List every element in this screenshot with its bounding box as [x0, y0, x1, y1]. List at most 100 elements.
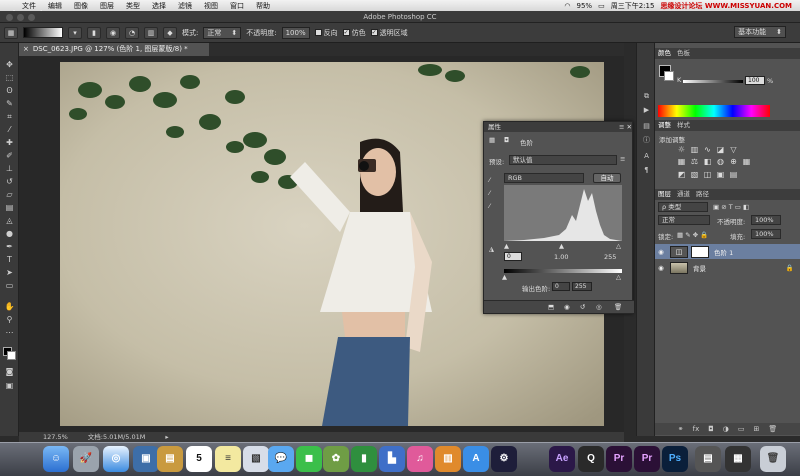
keynote-icon[interactable]: ▙ — [379, 446, 405, 472]
trash-icon[interactable]: 🗑 — [768, 425, 777, 433]
photoshop-icon[interactable]: Ps — [662, 446, 688, 472]
calendar-icon[interactable]: 5 — [186, 446, 212, 472]
tab-color[interactable]: 颜色 — [658, 48, 671, 59]
invert-icon[interactable]: ◩ — [677, 170, 686, 179]
tab-layers[interactable]: 图层 — [658, 189, 671, 200]
zoom-level[interactable]: 127.5% — [43, 432, 68, 442]
lock-icon[interactable]: 🔒 — [786, 264, 794, 272]
healing-brush-tool-icon[interactable]: ✚ — [3, 137, 16, 148]
layer-row-levels[interactable]: ◉ ◫ 色阶 1 — [655, 244, 800, 259]
clip-to-layer-icon[interactable]: ⬒ — [548, 303, 554, 311]
more-tools-icon[interactable]: ⋯ — [3, 327, 16, 338]
visibility-icon[interactable]: ◎ — [596, 303, 602, 311]
clone-stamp-tool-icon[interactable]: ⊥ — [3, 163, 16, 174]
numbers-icon[interactable]: ▮ — [351, 446, 377, 472]
marquee-tool-icon[interactable]: ⬚ — [3, 72, 16, 83]
angle-gradient-button[interactable]: ◔ — [125, 26, 139, 39]
history-brush-tool-icon[interactable]: ↺ — [3, 176, 16, 187]
system-prefs-icon[interactable]: ⚙ — [491, 446, 517, 472]
lasso-tool-icon[interactable]: ʘ — [3, 85, 16, 96]
properties-header[interactable]: 属性 ≡ ✕ — [484, 122, 632, 132]
exposure-icon[interactable]: ◪ — [716, 145, 725, 154]
color-spectrum[interactable] — [658, 105, 770, 117]
menu-filter[interactable]: 滤镜 — [172, 1, 198, 11]
wifi-icon[interactable]: ◠ — [564, 2, 570, 10]
facetime-icon[interactable]: ◼ — [296, 446, 322, 472]
battery-label[interactable]: 95% — [577, 2, 593, 10]
eraser-tool-icon[interactable]: ▱ — [3, 189, 16, 200]
k-slider[interactable] — [683, 80, 743, 83]
new-group-icon[interactable]: ▭ — [738, 425, 745, 433]
menu-edit[interactable]: 编辑 — [42, 1, 68, 11]
fx-icon[interactable]: fx — [693, 425, 700, 433]
after-effects-icon[interactable]: Ae — [549, 446, 575, 472]
tab-channels[interactable]: 通道 — [677, 189, 690, 200]
black-white-icon[interactable]: ◧ — [703, 157, 712, 166]
photo-filter-icon[interactable]: ◍ — [716, 157, 725, 166]
document-tab[interactable]: × DSC_0623.JPG @ 127% (色阶 1, 图层蒙版/8) * — [19, 43, 209, 56]
gradient-picker[interactable] — [23, 27, 63, 38]
eyedropper-white-icon[interactable]: ⁄ — [489, 202, 490, 210]
zoom-window-button[interactable] — [28, 14, 35, 21]
gradient-map-icon[interactable]: ▤ — [729, 170, 738, 179]
tab-styles[interactable]: 样式 — [677, 120, 690, 131]
chevron-right-icon[interactable]: ▸ — [165, 432, 168, 442]
move-tool-icon[interactable]: ✥ — [3, 59, 16, 70]
menu-image[interactable]: 图像 — [68, 1, 94, 11]
close-tab-icon[interactable]: × — [23, 45, 29, 53]
background-color-swatch[interactable] — [664, 71, 674, 81]
eyedropper-gray-icon[interactable]: ⁄ — [489, 189, 490, 197]
gradient-tool-icon[interactable]: ▤ — [3, 202, 16, 213]
menu-view[interactable]: 视图 — [198, 1, 224, 11]
layer-row-background[interactable]: ◉ 背景 🔒 — [655, 260, 800, 275]
menu-window[interactable]: 窗口 — [224, 1, 250, 11]
hand-tool-icon[interactable]: ✋ — [3, 301, 16, 312]
dither-checkbox[interactable]: ✓ 仿色 — [342, 28, 366, 38]
opacity-input[interactable]: 100% — [281, 26, 310, 39]
new-adjustment-icon[interactable]: ◑ — [723, 425, 729, 433]
photo-app-icon[interactable]: ✿ — [323, 446, 349, 472]
info-panel-icon[interactable]: ⓘ — [641, 135, 652, 145]
gradient-dropdown-icon[interactable]: ▾ — [68, 26, 82, 39]
path-select-tool-icon[interactable]: ➤ — [3, 267, 16, 278]
output-black-slider[interactable]: ▲ — [502, 273, 507, 281]
dodge-tool-icon[interactable]: ● — [3, 228, 16, 239]
quick-select-tool-icon[interactable]: ✎ — [3, 98, 16, 109]
downloads-stack-icon[interactable]: ▤ — [695, 446, 721, 472]
lock-icons[interactable]: ▦ ✎ ✥ 🔒 — [677, 231, 708, 239]
photos-app-icon[interactable]: ▣ — [133, 446, 159, 472]
color-lookup-icon[interactable]: ▦ — [742, 157, 751, 166]
preset-menu-icon[interactable]: ≡ — [620, 155, 625, 163]
k-value-field[interactable]: 100 — [745, 76, 765, 85]
launchpad-icon[interactable]: 🚀 — [73, 446, 99, 472]
link-layers-icon[interactable]: ⚭ — [678, 425, 684, 433]
rectangle-tool-icon[interactable]: ▭ — [3, 280, 16, 291]
eyedropper-black-icon[interactable]: ⁄ — [489, 176, 490, 184]
ibooks-icon[interactable]: ▥ — [435, 446, 461, 472]
add-mask-icon[interactable]: ◘ — [708, 425, 714, 433]
levels-icon[interactable]: ▥ — [690, 145, 699, 154]
blur-tool-icon[interactable]: ◬ — [3, 215, 16, 226]
screen-mode-icon[interactable]: ▣ — [3, 380, 16, 391]
tab-paths[interactable]: 路径 — [696, 189, 709, 200]
eye-icon[interactable]: ◉ — [655, 264, 667, 272]
reverse-checkbox[interactable]: 反向 — [314, 28, 338, 38]
black-point-slider[interactable]: ▲ — [504, 242, 509, 250]
selective-color-icon[interactable]: ▣ — [716, 170, 725, 179]
trash-icon[interactable]: 🗑 — [614, 303, 622, 311]
reflected-gradient-button[interactable]: ▥ — [144, 26, 158, 39]
eye-icon[interactable]: ◉ — [655, 248, 667, 256]
diamond-gradient-button[interactable]: ◆ — [163, 26, 177, 39]
threshold-icon[interactable]: ◫ — [703, 170, 712, 179]
layer-filter-icons[interactable]: ▣ ⊘ T ▭ ◧ — [713, 203, 749, 211]
mask-icon[interactable]: ◘ — [504, 136, 509, 144]
hue-saturation-icon[interactable]: ▦ — [677, 157, 686, 166]
clock[interactable]: 周三下午2:15 — [611, 1, 655, 11]
channel-mixer-icon[interactable]: ⊕ — [729, 157, 738, 166]
curves-icon[interactable]: ∿ — [703, 145, 712, 154]
layer-mask-thumbnail[interactable] — [691, 245, 709, 258]
linear-gradient-button[interactable]: ▮ — [87, 26, 101, 39]
input-white-value[interactable]: 255 — [604, 253, 616, 261]
preset-select[interactable]: 默认值 — [509, 155, 617, 165]
output-white-slider[interactable]: △ — [616, 273, 621, 281]
